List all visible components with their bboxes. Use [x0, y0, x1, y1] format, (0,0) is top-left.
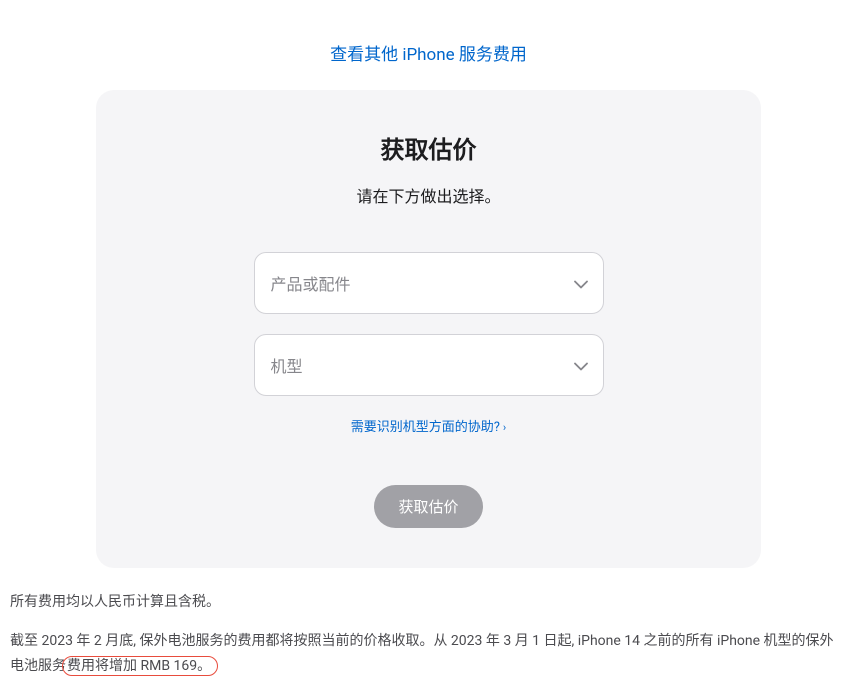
- identify-model-help-link[interactable]: 需要识别机型方面的协助?›: [351, 420, 506, 435]
- estimate-card: 获取估价 请在下方做出选择。 产品或配件 机型 需要识别机型方面的协助?› 获取…: [96, 90, 761, 568]
- card-title: 获取估价: [156, 130, 701, 165]
- product-select-placeholder: 产品或配件: [271, 271, 351, 295]
- help-link-label: 需要识别机型方面的协助?: [351, 420, 500, 435]
- other-services-link[interactable]: 查看其他 iPhone 服务费用: [330, 45, 527, 65]
- product-select[interactable]: 产品或配件: [254, 252, 604, 314]
- model-select-placeholder: 机型: [271, 353, 303, 377]
- chevron-right-icon: ›: [503, 421, 506, 434]
- card-subtitle: 请在下方做出选择。: [156, 183, 701, 207]
- get-estimate-button[interactable]: 获取估价: [374, 485, 482, 528]
- footer-line1: 所有费用均以人民币计算且含税。: [10, 590, 847, 615]
- footer-highlight: 费用将增加 RMB 169。: [62, 656, 218, 676]
- model-select[interactable]: 机型: [254, 334, 604, 396]
- footer-notes: 所有费用均以人民币计算且含税。 截至 2023 年 2 月底, 保外电池服务的费…: [0, 568, 857, 690]
- footer-line2: 截至 2023 年 2 月底, 保外电池服务的费用都将按照当前的价格收取。从 2…: [10, 629, 847, 679]
